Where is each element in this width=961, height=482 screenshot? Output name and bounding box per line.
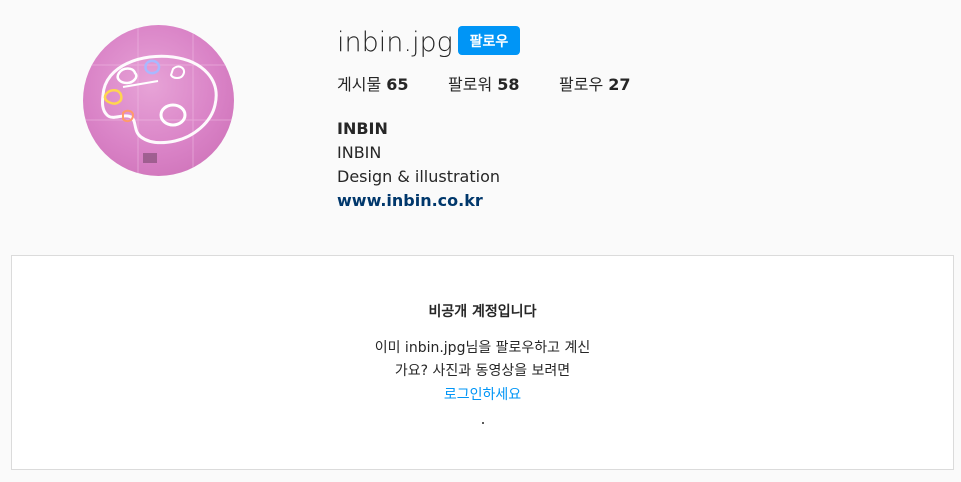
private-account-message: 이미 inbin.jpg님을 팔로우하고 계신 가요? 사진과 동영상을 보려면 xyxy=(12,337,953,383)
stat-following[interactable]: 팔로우 27 xyxy=(559,75,631,95)
stat-label: 팔로워 xyxy=(448,75,493,94)
profile-website-link[interactable]: www.inbin.co.kr xyxy=(337,189,500,213)
stat-posts: 게시물 65 xyxy=(337,75,409,95)
message-line: 가요? 사진과 동영상을 보려면 xyxy=(394,363,571,379)
profile-avatar[interactable] xyxy=(83,25,234,176)
follow-button[interactable]: 팔로우 xyxy=(458,26,520,55)
stat-value: 65 xyxy=(386,75,409,94)
private-account-card: 비공개 계정입니다 이미 inbin.jpg님을 팔로우하고 계신 가요? 사진… xyxy=(11,255,954,470)
stat-label: 팔로우 xyxy=(559,75,604,94)
stat-value: 27 xyxy=(608,75,631,94)
private-account-title: 비공개 계정입니다 xyxy=(428,304,537,320)
stat-label: 게시물 xyxy=(337,75,382,94)
bio-line: INBIN xyxy=(337,143,382,162)
login-link[interactable]: 로그인하세요 xyxy=(12,384,953,404)
bio-line: Design & illustration xyxy=(337,167,501,186)
profile-username: inbin.jpg xyxy=(337,27,453,58)
loading-dot xyxy=(482,422,484,424)
message-line: 이미 inbin.jpg님을 팔로우하고 계신 xyxy=(374,340,591,356)
profile-full-name: INBIN xyxy=(337,119,388,138)
stat-followers[interactable]: 팔로워 58 xyxy=(448,75,520,95)
profile-bio: INBIN INBIN Design & illustration www.in… xyxy=(337,117,500,213)
neon-palette-icon xyxy=(83,25,234,176)
stat-value: 58 xyxy=(497,75,520,94)
